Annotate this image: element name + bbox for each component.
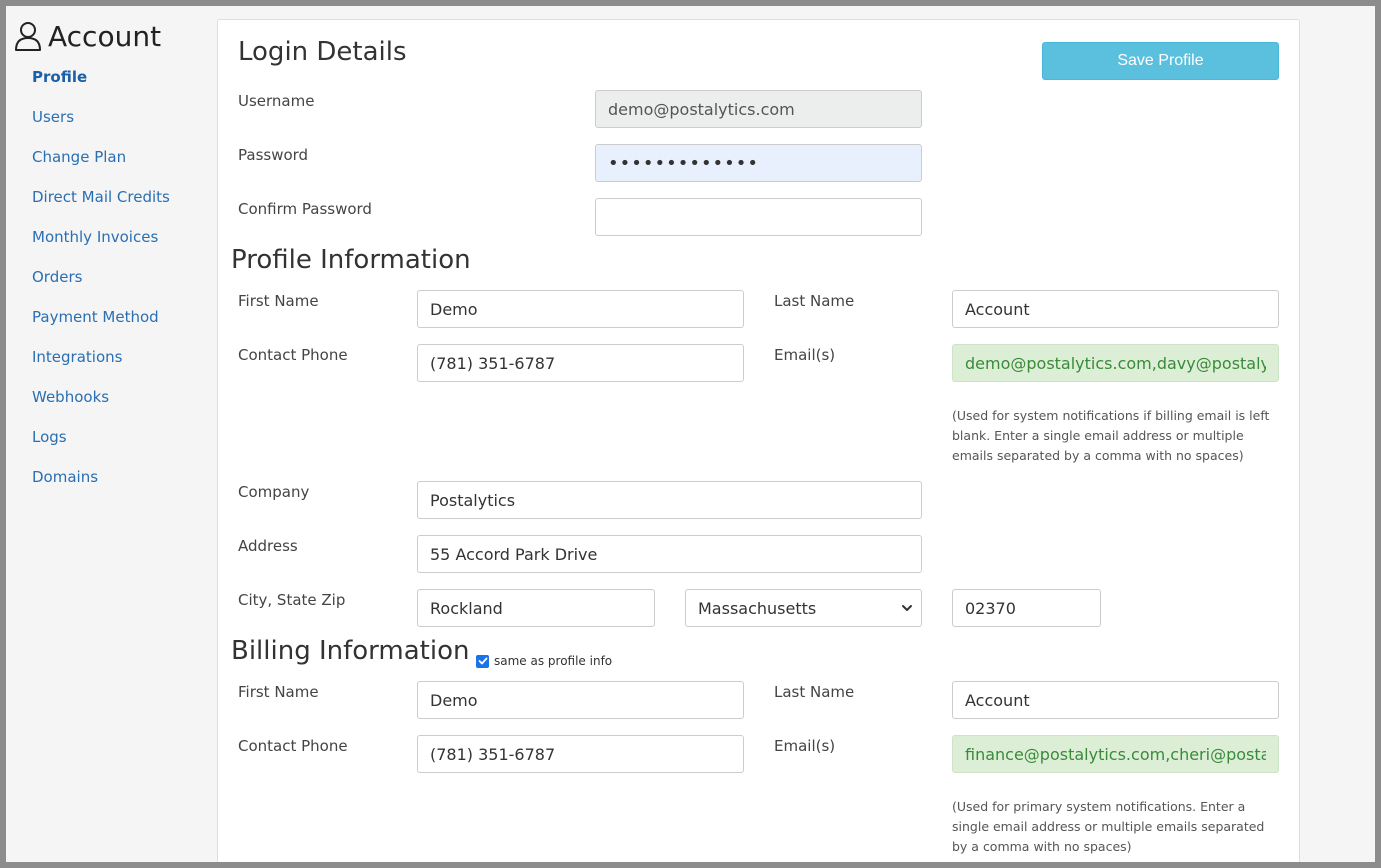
company-input[interactable] bbox=[417, 481, 922, 519]
billing-last-name-label: Last Name bbox=[774, 683, 855, 701]
sidebar-item-domains[interactable]: Domains bbox=[32, 462, 170, 502]
app-window: Account Profile Users Change Plan Direct… bbox=[6, 6, 1375, 862]
billing-emails-label: Email(s) bbox=[774, 737, 836, 755]
sidebar-item-monthly-invoices[interactable]: Monthly Invoices bbox=[32, 222, 170, 262]
billing-phone-label: Contact Phone bbox=[238, 737, 348, 755]
save-profile-button[interactable]: Save Profile bbox=[1042, 42, 1279, 80]
sidebar-item-users[interactable]: Users bbox=[32, 102, 170, 142]
state-select-value: Massachusetts bbox=[698, 598, 817, 618]
confirm-password-label: Confirm Password bbox=[238, 200, 372, 218]
profile-information-heading: Profile Information bbox=[231, 245, 471, 275]
sidebar-item-profile[interactable]: Profile bbox=[32, 62, 170, 102]
user-icon bbox=[15, 22, 41, 51]
profile-last-name-input[interactable] bbox=[952, 290, 1279, 328]
sidebar-nav: Profile Users Change Plan Direct Mail Cr… bbox=[32, 62, 170, 502]
sidebar: Account Profile Users Change Plan Direct… bbox=[6, 6, 216, 862]
city-state-zip-label: City, State Zip bbox=[238, 591, 346, 609]
same-as-profile-checkbox[interactable] bbox=[476, 654, 489, 668]
confirm-password-input[interactable] bbox=[595, 198, 922, 236]
username-label: Username bbox=[238, 92, 315, 110]
sidebar-item-integrations[interactable]: Integrations bbox=[32, 342, 170, 382]
profile-emails-input[interactable] bbox=[952, 344, 1279, 382]
billing-last-name-input[interactable] bbox=[952, 681, 1279, 719]
profile-phone-input[interactable] bbox=[417, 344, 744, 382]
username-input[interactable] bbox=[595, 90, 922, 128]
sidebar-header: Account bbox=[14, 18, 161, 54]
billing-emails-help: (Used for primary system notifications. … bbox=[952, 799, 1265, 854]
state-select[interactable]: Massachusetts bbox=[685, 589, 922, 627]
sidebar-item-payment-method[interactable]: Payment Method bbox=[32, 302, 170, 342]
sidebar-item-change-plan[interactable]: Change Plan bbox=[32, 142, 170, 182]
address-label: Address bbox=[238, 537, 298, 555]
password-input[interactable] bbox=[595, 144, 922, 182]
billing-information-heading: Billing Information bbox=[231, 636, 470, 666]
profile-phone-label: Contact Phone bbox=[238, 346, 348, 364]
sidebar-item-direct-mail-credits[interactable]: Direct Mail Credits bbox=[32, 182, 170, 222]
profile-emails-label: Email(s) bbox=[774, 346, 836, 364]
profile-first-name-input[interactable] bbox=[417, 290, 744, 328]
login-details-heading: Login Details bbox=[238, 37, 407, 67]
check-icon bbox=[478, 657, 487, 665]
billing-first-name-input[interactable] bbox=[417, 681, 744, 719]
sidebar-title: Account bbox=[48, 19, 162, 53]
password-label: Password bbox=[238, 146, 309, 164]
company-label: Company bbox=[238, 483, 310, 501]
same-as-profile-checkbox-wrap[interactable]: same as profile info bbox=[476, 654, 612, 668]
billing-first-name-label: First Name bbox=[238, 683, 319, 701]
profile-emails-help: (Used for system notifications if billin… bbox=[952, 408, 1270, 463]
zip-input[interactable] bbox=[952, 589, 1101, 627]
city-input[interactable] bbox=[417, 589, 655, 627]
same-as-profile-label: same as profile info bbox=[494, 654, 613, 668]
billing-phone-input[interactable] bbox=[417, 735, 744, 773]
address-input[interactable] bbox=[417, 535, 922, 573]
profile-last-name-label: Last Name bbox=[774, 292, 855, 310]
chevron-down-icon bbox=[902, 605, 912, 611]
sidebar-item-webhooks[interactable]: Webhooks bbox=[32, 382, 170, 422]
profile-first-name-label: First Name bbox=[238, 292, 319, 310]
sidebar-item-logs[interactable]: Logs bbox=[32, 422, 170, 462]
sidebar-item-orders[interactable]: Orders bbox=[32, 262, 170, 302]
profile-form-panel: Save Profile Login Details Username Pass… bbox=[217, 19, 1300, 862]
billing-emails-input[interactable] bbox=[952, 735, 1279, 773]
